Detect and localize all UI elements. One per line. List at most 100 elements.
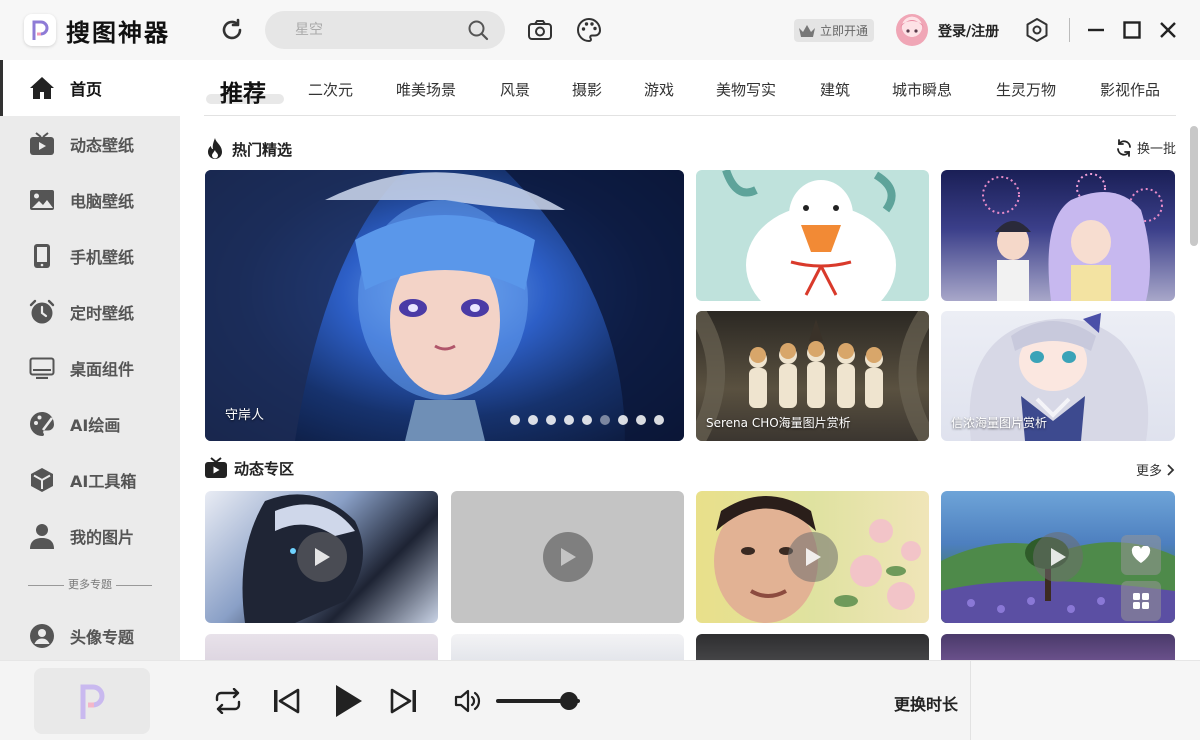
play-icon (336, 685, 362, 717)
volume-button[interactable] (452, 687, 484, 715)
play-icon (314, 548, 330, 566)
loop-button[interactable] (212, 685, 244, 717)
sidebar-item-label: 定时壁纸 (70, 304, 135, 323)
skip-next-icon (390, 688, 416, 714)
close-icon (1160, 22, 1176, 38)
camera-icon (528, 20, 552, 40)
chevron-right-icon (1167, 463, 1175, 476)
carousel-dot[interactable] (564, 415, 574, 425)
dynamic-section-header: 动态专区 (204, 457, 294, 479)
main-scrollbar[interactable] (1190, 126, 1198, 246)
toolbox-icon (28, 466, 56, 494)
refresh-button[interactable] (216, 14, 248, 46)
tab-realistic[interactable]: 美物写实 (716, 79, 776, 100)
sidebar-item-home[interactable]: 首页 (0, 60, 180, 116)
tab-city[interactable]: 城市瞬息 (892, 79, 952, 100)
sidebar-item-phone-wallpaper[interactable]: 手机壁纸 (0, 228, 180, 284)
player-right-panel (970, 661, 1200, 740)
tab-landscape[interactable]: 风景 (500, 79, 530, 100)
tab-games[interactable]: 游戏 (644, 79, 674, 100)
tab-recommend[interactable]: 推荐 (220, 74, 266, 108)
sidebar-item-ai-painting[interactable]: AI绘画 (0, 396, 180, 452)
carousel-dot[interactable] (528, 415, 538, 425)
set-wallpaper-button[interactable] (1121, 581, 1161, 621)
hot-section-title: 热门精选 (232, 140, 293, 159)
sidebar-item-timed-wallpaper[interactable]: 定时壁纸 (0, 284, 180, 340)
carousel-dot[interactable] (510, 415, 520, 425)
tab-architecture[interactable]: 建筑 (820, 79, 850, 100)
search-input[interactable] (295, 11, 455, 49)
home-icon (28, 74, 56, 102)
volume-slider-knob[interactable] (560, 692, 579, 710)
more-topics-divider: 更多专题 (0, 576, 180, 592)
previous-button[interactable] (270, 685, 302, 717)
heart-icon (1131, 546, 1151, 563)
tab-creatures[interactable]: 生灵万物 (996, 79, 1056, 100)
sidebar-item-ai-toolbox[interactable]: AI工具箱 (0, 452, 180, 508)
more-button[interactable]: 更多 (1136, 460, 1176, 479)
play-button[interactable] (542, 532, 593, 582)
login-link[interactable]: 登录/注册 (938, 21, 999, 41)
video-card-2[interactable] (451, 491, 684, 623)
sidebar-item-label: 电脑壁纸 (70, 192, 135, 211)
hero-banner-card[interactable]: 守岸人 (205, 170, 684, 441)
crown-icon (799, 24, 815, 37)
close-button[interactable] (1152, 14, 1184, 46)
current-wallpaper-thumbnail[interactable] (34, 668, 150, 734)
sidebar-item-desktop-widgets[interactable]: 桌面组件 (0, 340, 180, 396)
carousel-dot[interactable] (600, 415, 610, 425)
video-card-6[interactable] (451, 634, 684, 660)
video-card-3[interactable] (696, 491, 929, 623)
titlebar-divider (1069, 18, 1070, 42)
app-title: 搜图神器 (66, 19, 170, 47)
goose-card[interactable] (696, 170, 929, 301)
tab-photography[interactable]: 摄影 (572, 79, 602, 100)
sidebar-item-label: 桌面组件 (70, 360, 135, 379)
sidebar-item-label: AI工具箱 (70, 472, 137, 491)
anime-couple-card[interactable] (941, 170, 1175, 301)
change-duration-button[interactable]: 更换时长 (894, 691, 958, 715)
sidebar-item-my-images[interactable]: 我的图片 (0, 508, 180, 564)
carousel-dot[interactable] (636, 415, 646, 425)
play-button[interactable] (1033, 532, 1083, 582)
sidebar-item-live-wallpaper[interactable]: 动态壁纸 (0, 116, 180, 172)
sidebar-item-pc-wallpaper[interactable]: 电脑壁纸 (0, 172, 180, 228)
settings-button[interactable] (1021, 14, 1053, 46)
tab-anime[interactable]: 二次元 (308, 79, 353, 100)
maximize-button[interactable] (1116, 14, 1148, 46)
camera-button[interactable] (524, 14, 556, 46)
serena-cho-card[interactable]: Serena CHO海量图片赏析 (696, 311, 929, 441)
play-icon (805, 548, 821, 566)
sidebar-item-avatar-topic[interactable]: 头像专题 (0, 608, 180, 664)
carousel-dot[interactable] (618, 415, 628, 425)
shuffle-button[interactable]: 换一批 (1115, 138, 1176, 157)
play-pause-button[interactable] (328, 681, 368, 721)
next-button[interactable] (388, 685, 420, 717)
play-button[interactable] (296, 532, 347, 582)
carousel-dot[interactable] (582, 415, 592, 425)
shinano-caption: 信浓海量图片赏析 (951, 416, 1048, 430)
skin-button[interactable] (573, 14, 605, 46)
shinano-card[interactable]: 信浓海量图片赏析 (941, 311, 1175, 441)
tab-film[interactable]: 影视作品 (1100, 79, 1160, 100)
dynamic-section-title: 动态专区 (234, 459, 295, 478)
video-card-1[interactable] (205, 491, 438, 623)
vip-button[interactable]: 立即开通 (794, 19, 875, 42)
tv-icon (28, 130, 56, 158)
shuffle-label: 换一批 (1136, 142, 1176, 157)
video-card-7[interactable] (696, 634, 929, 660)
search-icon[interactable] (467, 19, 489, 45)
video-card-5[interactable] (205, 634, 438, 660)
video-card-8[interactable] (941, 634, 1175, 660)
video-card-4[interactable] (941, 491, 1175, 623)
sidebar: 首页 动态壁纸 电脑壁纸 手机壁纸 定时壁纸 桌面组件 AI绘画 AI工具箱 我… (0, 60, 180, 660)
search-box (265, 11, 505, 49)
minimize-button[interactable] (1080, 14, 1112, 46)
favorite-button[interactable] (1121, 535, 1161, 575)
avatar[interactable] (896, 14, 928, 46)
carousel-dot[interactable] (546, 415, 556, 425)
carousel-dot[interactable] (654, 415, 664, 425)
tab-scenery-aesthetic[interactable]: 唯美场景 (396, 79, 456, 100)
hot-section-header: 热门精选 (204, 137, 292, 161)
play-button[interactable] (787, 532, 838, 582)
